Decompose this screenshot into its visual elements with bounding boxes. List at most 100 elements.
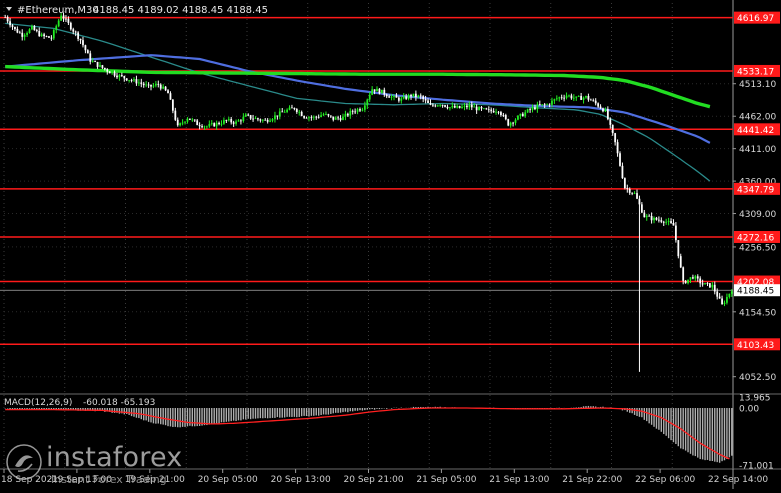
candle-body — [346, 113, 349, 116]
candle-body — [312, 116, 315, 118]
candle-body — [72, 29, 75, 32]
candle-body — [380, 89, 383, 94]
candle-body — [580, 95, 583, 100]
candle-body — [308, 117, 310, 119]
candle-body — [77, 32, 80, 39]
candle-body — [174, 110, 177, 120]
candle-body — [541, 104, 544, 106]
candle-body — [339, 118, 342, 120]
trading-chart[interactable]: 4513.10 4462.00 4411.00 4360.00 4309.00 4256.… — [0, 0, 781, 489]
candle-body — [628, 188, 631, 193]
candle-body — [568, 95, 570, 97]
candle-body — [325, 114, 327, 115]
candle-body — [704, 283, 706, 285]
candle-body — [475, 106, 478, 111]
candle-body — [431, 104, 434, 106]
candle-body — [414, 93, 417, 98]
candle-body — [60, 15, 63, 21]
candle-body — [288, 107, 291, 110]
candle-body — [26, 33, 28, 35]
candle-body — [446, 106, 449, 109]
candle-body — [509, 122, 512, 126]
watermark-tagline: Instant Forex Trading — [51, 473, 167, 486]
candle-body — [473, 106, 476, 108]
candle-body — [334, 117, 337, 120]
candle-body — [609, 119, 612, 125]
candle-body — [176, 119, 179, 126]
candle-body — [210, 123, 213, 125]
price-tick-label: 4309.00 — [739, 210, 776, 220]
candle-body — [269, 120, 271, 122]
candle-body — [52, 30, 55, 39]
candle-body — [694, 276, 697, 279]
candle-body — [397, 97, 400, 101]
candle-body — [483, 108, 485, 110]
candle-body — [427, 100, 429, 103]
candle-body — [728, 293, 731, 297]
candle-body — [478, 107, 480, 111]
candle-body — [424, 99, 427, 101]
candle-body — [315, 116, 318, 118]
candle-body — [150, 84, 152, 87]
candle-body — [193, 119, 196, 121]
candle-body — [507, 119, 510, 126]
candle-body — [546, 104, 549, 106]
candle-body — [519, 113, 522, 116]
candle-body — [237, 120, 240, 122]
candle-body — [344, 113, 347, 117]
candle-body — [674, 225, 677, 241]
candle-body — [616, 142, 619, 154]
candle-body — [572, 97, 575, 99]
time-tick-label: 21 Sep 05:00 — [416, 475, 476, 485]
candle-body — [371, 89, 374, 95]
symbol-label: #Ethereum,M30 — [17, 5, 99, 16]
candle-body — [157, 83, 160, 85]
candle-body — [723, 302, 726, 305]
price-tick-label: 4154.50 — [739, 308, 776, 318]
candle-body — [356, 109, 359, 112]
candle-body — [198, 125, 201, 127]
candle-body — [65, 18, 67, 20]
candle-body — [388, 96, 391, 98]
candle-body — [303, 115, 306, 118]
candle-body — [33, 26, 36, 31]
candle-body — [726, 296, 728, 303]
macd-label: MACD(12,26,9) — [4, 398, 72, 408]
candle-body — [106, 69, 109, 72]
candle-body — [230, 119, 233, 123]
instaforex-logo-icon — [6, 444, 42, 480]
chart-canvas[interactable]: 4513.104462.004411.004360.004309.004256.… — [0, 0, 781, 489]
candle-body — [40, 34, 43, 37]
candle-body — [191, 119, 194, 121]
candle-body — [449, 107, 451, 109]
candle-body — [721, 298, 723, 305]
price-tick-label: 4052.50 — [739, 373, 776, 383]
candle-body — [45, 36, 48, 37]
candle-body — [699, 278, 702, 284]
candle-body — [405, 96, 408, 99]
candle-body — [526, 109, 529, 113]
candle-body — [645, 215, 648, 218]
candle-body — [91, 61, 94, 62]
candle-body — [281, 111, 284, 113]
candle-body — [164, 86, 167, 91]
candle-body — [594, 100, 597, 104]
candle-body — [548, 104, 551, 106]
candle-body — [274, 115, 276, 120]
candle-body — [130, 80, 133, 82]
candle-body — [619, 153, 621, 166]
candle-body — [602, 108, 604, 112]
candle-body — [215, 122, 218, 127]
candle-body — [648, 215, 651, 217]
candle-body — [626, 188, 629, 189]
candle-body — [86, 50, 89, 54]
candle-body — [295, 109, 298, 112]
candle-body — [133, 79, 135, 81]
candle-body — [410, 95, 412, 97]
candle-body — [623, 178, 626, 189]
macd-tick-label: 0.00 — [739, 405, 759, 415]
candle-body — [709, 283, 711, 288]
candle-body — [147, 84, 150, 86]
candle-body — [417, 95, 420, 98]
candle-body — [687, 279, 689, 284]
